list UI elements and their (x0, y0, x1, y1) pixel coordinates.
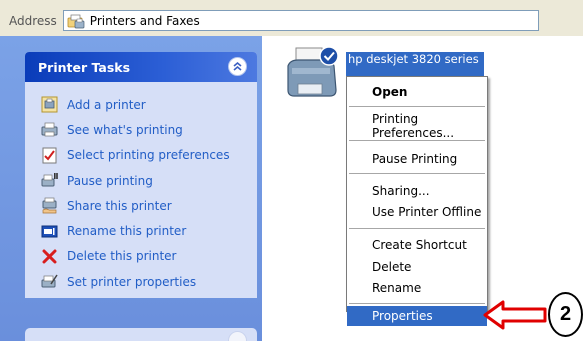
add-printer-icon (41, 96, 58, 113)
menu-item-open[interactable]: Open (347, 81, 487, 102)
context-menu: Open Printing Preferences... Pause Print… (346, 76, 488, 312)
menu-item-pause-printing[interactable]: Pause Printing (347, 148, 487, 169)
chevron-up-double-icon[interactable] (228, 57, 247, 76)
task-label: Delete this printer (67, 249, 177, 264)
menu-separator (349, 106, 485, 107)
menu-item-printing-preferences[interactable]: Printing Preferences... (347, 112, 487, 140)
task-add-printer[interactable]: Add a printer (41, 92, 257, 117)
task-label: Set printer properties (67, 274, 197, 289)
task-label: Pause printing (67, 173, 153, 188)
printer-default-check-icon[interactable] (282, 44, 342, 102)
printers-folder-icon (67, 14, 85, 28)
task-select-preferences[interactable]: Select printing preferences (41, 143, 257, 168)
step-number-badge: 2 (548, 292, 583, 337)
annotation-arrow-icon (483, 300, 547, 330)
task-set-properties[interactable]: Set printer properties (41, 269, 257, 294)
second-task-group[interactable] (25, 328, 257, 341)
task-see-printing[interactable]: See what's printing (41, 117, 257, 142)
address-label: Address (9, 13, 57, 28)
menu-item-use-offline[interactable]: Use Printer Offline (347, 201, 487, 222)
menu-item-rename[interactable]: Rename (347, 277, 487, 298)
task-label: Select printing preferences (67, 148, 230, 163)
menu-separator (349, 140, 485, 141)
printer-tasks-title: Printer Tasks (38, 59, 131, 75)
expand-icon[interactable] (228, 331, 247, 341)
print-queue-icon (41, 123, 58, 137)
menu-item-delete[interactable]: Delete (347, 256, 487, 277)
task-share-printer[interactable]: Share this printer (41, 193, 257, 218)
printer-name-label[interactable]: hp deskjet 3820 series (346, 52, 484, 76)
task-rename-printer[interactable]: Rename this printer (41, 218, 257, 243)
task-pane: Printer Tasks Add a printer See what's p… (0, 36, 262, 341)
task-label: Share this printer (67, 198, 172, 213)
menu-separator (349, 173, 485, 174)
printer-tasks-group: Printer Tasks Add a printer See what's p… (25, 52, 257, 298)
printer-tasks-header[interactable]: Printer Tasks (25, 52, 257, 82)
preferences-icon (42, 147, 57, 164)
task-label: Rename this printer (67, 224, 187, 239)
rename-icon (41, 225, 58, 238)
task-label: See what's printing (67, 122, 183, 137)
printer-properties-icon (41, 274, 58, 288)
task-delete-printer[interactable]: Delete this printer (41, 244, 257, 269)
menu-item-sharing[interactable]: Sharing... (347, 180, 487, 201)
address-value: Printers and Faxes (89, 13, 200, 28)
address-field[interactable]: Printers and Faxes (62, 10, 539, 31)
printer-tasks-list: Add a printer See what's printing Select… (25, 82, 257, 294)
share-printer-icon (42, 197, 57, 214)
menu-separator (349, 303, 485, 304)
task-pause-printing[interactable]: Pause printing (41, 168, 257, 193)
menu-item-properties[interactable]: Properties (347, 306, 487, 326)
address-bar: Address Printers and Faxes (9, 10, 539, 31)
pause-printer-icon (41, 173, 58, 187)
address-bar-strip: Address Printers and Faxes (0, 0, 583, 36)
menu-separator (349, 228, 485, 229)
menu-item-create-shortcut[interactable]: Create Shortcut (347, 234, 487, 255)
task-label: Add a printer (67, 97, 146, 112)
delete-x-icon (42, 249, 57, 264)
